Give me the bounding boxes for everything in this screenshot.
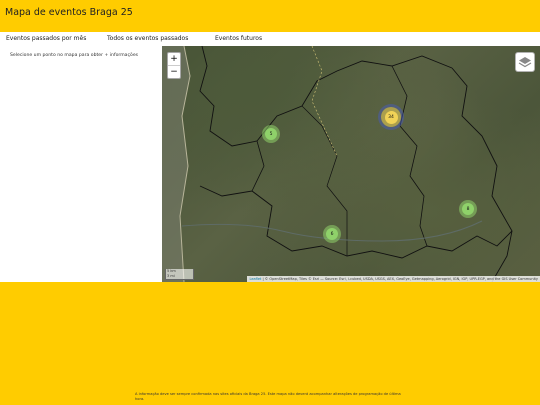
cluster-count: 5 bbox=[265, 128, 277, 140]
app-header: Mapa de eventos Braga 25 bbox=[0, 0, 540, 26]
cluster-count: 34 bbox=[384, 110, 398, 124]
leaflet-link[interactable]: Leaflet bbox=[249, 277, 261, 281]
cluster-count: 6 bbox=[326, 228, 338, 240]
tab-all-past[interactable]: Todos os eventos passados bbox=[107, 35, 188, 42]
tab-future[interactable]: Eventos futuros bbox=[215, 35, 262, 42]
zoom-in-button[interactable]: + bbox=[168, 53, 180, 65]
cluster-count: 8 bbox=[462, 203, 474, 215]
disclaimer: A informação deve ser sempre confirmada … bbox=[135, 392, 401, 401]
layers-button[interactable] bbox=[515, 52, 535, 72]
layers-icon bbox=[518, 57, 532, 68]
zoom-control: + − bbox=[167, 52, 181, 79]
map[interactable]: + − 5 34 8 6 5 km 3 mi Leaflet | © OpenS… bbox=[162, 46, 540, 282]
info-hint: Selecione um ponto no mapa para obter + … bbox=[10, 53, 139, 58]
zoom-out-button[interactable]: − bbox=[168, 65, 180, 78]
map-imagery bbox=[162, 46, 513, 282]
event-cluster-marker[interactable]: 34 bbox=[381, 107, 401, 127]
scale-mi: 3 mi bbox=[167, 274, 175, 278]
tab-past-by-month[interactable]: Eventos passados por mês bbox=[6, 35, 86, 42]
info-panel: Selecione um ponto no mapa para obter + … bbox=[0, 46, 162, 282]
map-scale: 5 km 3 mi bbox=[165, 269, 194, 280]
event-cluster-marker[interactable]: 8 bbox=[459, 200, 477, 218]
event-cluster-marker[interactable]: 5 bbox=[262, 125, 280, 143]
tab-bar: Eventos passados por mês Todos os evento… bbox=[0, 32, 540, 46]
map-attribution: Leaflet | © OpenStreetMap, Tiles © Esri … bbox=[247, 276, 540, 282]
page-title: Mapa de eventos Braga 25 bbox=[5, 7, 133, 18]
event-cluster-marker[interactable]: 6 bbox=[323, 225, 341, 243]
attribution-text: | © OpenStreetMap, Tiles © Esri — Source… bbox=[261, 277, 538, 281]
